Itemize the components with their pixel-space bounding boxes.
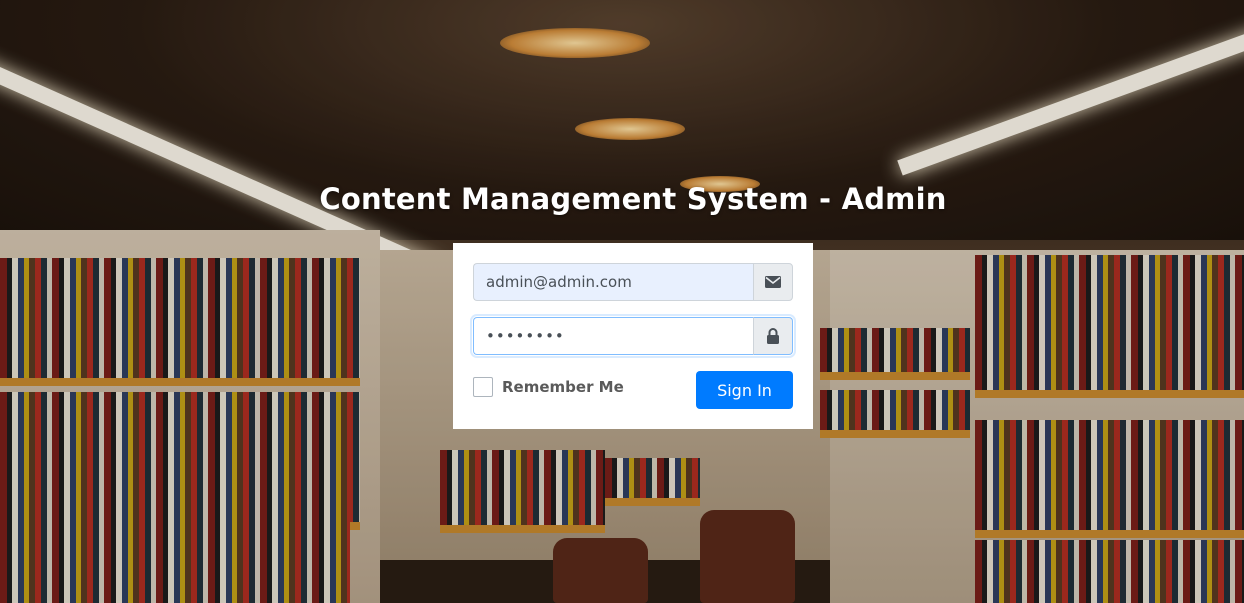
remember-me-checkbox[interactable] (473, 377, 493, 397)
remember-me-control[interactable]: Remember Me (473, 377, 624, 397)
password-input-group (473, 317, 793, 355)
email-input[interactable] (473, 263, 753, 301)
email-input-group (473, 263, 793, 301)
envelope-icon (753, 263, 793, 301)
page-title: Content Management System - Admin (319, 182, 947, 216)
sign-in-button[interactable]: Sign In (696, 371, 793, 409)
password-input[interactable] (473, 317, 753, 355)
remember-me-label: Remember Me (502, 378, 624, 396)
login-card: Remember Me Sign In (453, 243, 813, 429)
lock-icon (753, 317, 793, 355)
